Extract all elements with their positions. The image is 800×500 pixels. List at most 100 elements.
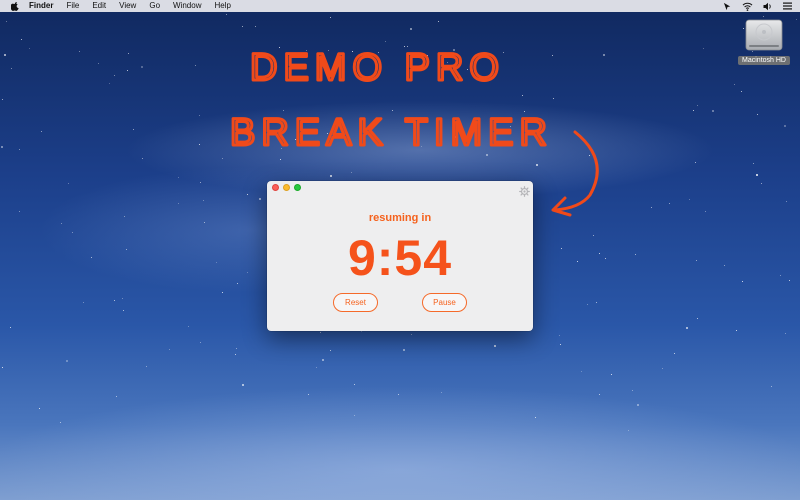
menu-window[interactable]: Window: [173, 0, 201, 12]
star: [222, 292, 223, 293]
star: [66, 360, 68, 362]
wifi-icon[interactable]: [742, 2, 753, 11]
star: [247, 272, 248, 273]
star: [60, 422, 61, 423]
star: [753, 163, 754, 164]
pause-button[interactable]: Pause: [422, 293, 467, 312]
star: [757, 114, 758, 115]
star: [669, 203, 670, 204]
star: [236, 348, 237, 349]
star: [703, 48, 704, 49]
star: [169, 349, 170, 350]
star: [98, 63, 99, 64]
star: [559, 335, 560, 336]
star: [128, 53, 129, 54]
star: [599, 394, 600, 395]
star: [178, 203, 179, 204]
star: [741, 91, 742, 92]
star: [724, 265, 725, 266]
menu-go[interactable]: Go: [149, 0, 160, 12]
handwritten-title: DEMO PRO BREAK TIMER: [229, 46, 549, 156]
star: [6, 21, 7, 22]
star: [689, 199, 690, 200]
star: [68, 183, 69, 184]
star: [361, 331, 362, 332]
menu-edit[interactable]: Edit: [92, 0, 106, 12]
star: [124, 216, 125, 217]
reset-button[interactable]: Reset: [333, 293, 378, 312]
star: [354, 384, 355, 385]
gear-icon[interactable]: [519, 184, 530, 197]
star: [322, 359, 324, 361]
star: [123, 310, 124, 311]
star: [255, 26, 256, 27]
star: [142, 158, 143, 159]
minimize-window-button[interactable]: [283, 184, 290, 191]
star: [133, 129, 134, 130]
star: [242, 384, 244, 386]
star: [10, 327, 11, 328]
star: [593, 235, 594, 236]
hard-drive-icon: [745, 19, 783, 51]
star: [763, 16, 764, 17]
apple-icon[interactable]: [11, 1, 19, 11]
zoom-window-button[interactable]: [294, 184, 301, 191]
star: [742, 281, 743, 282]
star: [398, 394, 399, 395]
menu-finder[interactable]: Finder: [29, 0, 53, 12]
star: [351, 172, 352, 173]
star: [651, 207, 652, 208]
star: [761, 183, 762, 184]
star: [662, 368, 663, 369]
macintosh-hd-icon[interactable]: Macintosh HD: [738, 18, 790, 65]
star: [2, 99, 3, 100]
handwritten-line-1: DEMO PRO: [250, 47, 505, 89]
star: [596, 302, 597, 303]
star: [605, 258, 606, 259]
menu-file[interactable]: File: [66, 0, 79, 12]
star: [200, 182, 201, 183]
star: [200, 342, 201, 343]
star: [628, 430, 629, 431]
star: [178, 177, 179, 178]
cursor-icon[interactable]: [723, 2, 732, 11]
close-window-button[interactable]: [272, 184, 279, 191]
star: [19, 149, 20, 150]
star: [705, 211, 706, 212]
menu-view[interactable]: View: [119, 0, 136, 12]
star: [114, 75, 115, 76]
star: [127, 70, 128, 71]
star: [411, 334, 412, 335]
star: [19, 211, 20, 212]
disk-label: Macintosh HD: [738, 56, 790, 65]
star: [237, 283, 238, 284]
star: [712, 110, 714, 112]
star: [560, 344, 561, 345]
star: [116, 396, 117, 397]
star: [771, 386, 772, 387]
star: [611, 374, 612, 375]
star: [203, 200, 204, 201]
star: [199, 144, 200, 145]
star: [697, 318, 698, 319]
star: [242, 26, 243, 27]
star: [204, 222, 205, 223]
star: [785, 333, 786, 334]
star: [686, 327, 688, 329]
volume-icon[interactable]: [763, 2, 773, 11]
star: [39, 408, 40, 409]
star: [674, 353, 675, 354]
menu-bar: Finder File Edit View Go Window Help: [0, 0, 800, 12]
star: [581, 371, 582, 372]
star: [637, 404, 639, 406]
menu-help[interactable]: Help: [214, 0, 230, 12]
star: [122, 298, 123, 299]
star: [599, 253, 600, 254]
star: [114, 300, 115, 301]
star: [79, 51, 80, 52]
star: [199, 115, 200, 116]
star: [226, 14, 227, 15]
list-icon[interactable]: [783, 2, 792, 10]
star: [2, 367, 3, 368]
star: [195, 65, 196, 66]
